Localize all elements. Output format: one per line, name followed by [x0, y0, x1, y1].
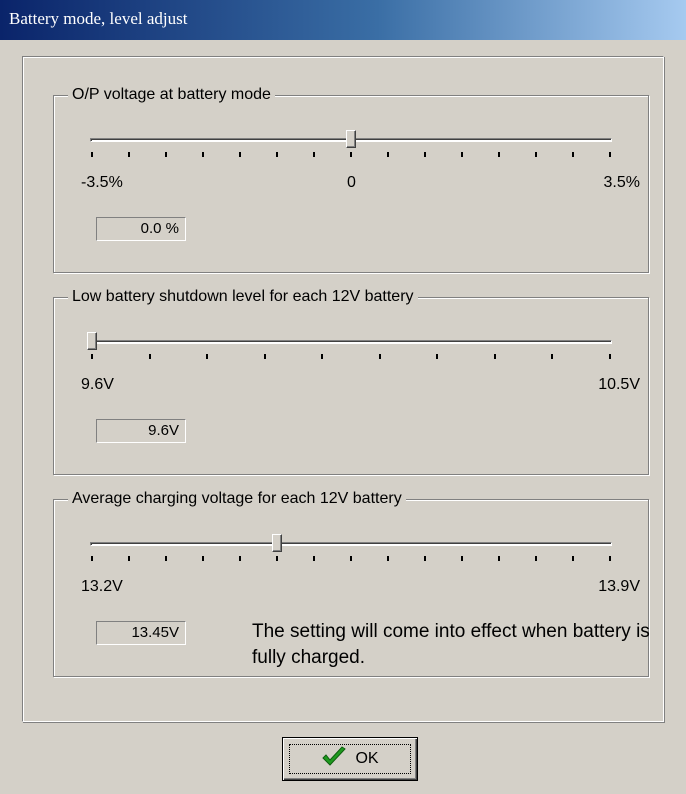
window-title: Battery mode, level adjust	[9, 9, 188, 28]
slider-tick	[436, 354, 439, 359]
slider-tick	[551, 354, 554, 359]
charging-voltage-group-label: Average charging voltage for each 12V ba…	[68, 489, 406, 509]
slider-tick	[461, 556, 463, 561]
output-voltage-min-label: -3.5%	[81, 174, 123, 191]
output-voltage-slider-ticks	[54, 152, 648, 158]
slider-tick	[313, 152, 315, 157]
charging-voltage-max-label: 13.9V	[598, 578, 640, 595]
charging-voltage-slider-thumb[interactable]	[271, 534, 282, 552]
low-battery-slider-thumb[interactable]	[87, 332, 97, 350]
slider-tick	[202, 556, 204, 561]
output-voltage-mid-label: 0	[347, 174, 356, 191]
slider-tick	[609, 152, 611, 157]
title-bar[interactable]: Battery mode, level adjust	[0, 0, 686, 40]
output-voltage-slider-thumb[interactable]	[346, 130, 356, 148]
low-battery-slider-ticks	[54, 354, 648, 360]
ok-button-label: OK	[355, 750, 379, 767]
slider-tick	[493, 354, 496, 359]
slider-tick	[276, 152, 278, 157]
slider-tick	[535, 556, 537, 561]
slider-tick	[206, 354, 209, 359]
low-battery-max-label: 10.5V	[598, 376, 640, 393]
slider-tick	[461, 152, 463, 157]
slider-tick	[165, 556, 167, 561]
output-voltage-group-label: O/P voltage at battery mode	[68, 85, 275, 105]
ok-button[interactable]: OK	[282, 737, 418, 781]
slider-tick	[148, 354, 151, 359]
slider-tick	[239, 152, 241, 157]
slider-tick	[498, 152, 500, 157]
low-battery-group: Low battery shutdown level for each 12V …	[53, 287, 649, 475]
charging-voltage-slider-track[interactable]	[90, 542, 612, 546]
slider-tick	[91, 556, 93, 561]
output-voltage-value: 0.0 %	[96, 217, 186, 241]
slider-tick	[609, 556, 611, 561]
slider-tick	[128, 556, 130, 561]
checkmark-icon	[321, 745, 347, 773]
slider-tick	[535, 152, 537, 157]
slider-tick	[350, 556, 352, 561]
charging-voltage-min-label: 13.2V	[81, 578, 123, 595]
slider-tick	[350, 152, 352, 157]
low-battery-group-label: Low battery shutdown level for each 12V …	[68, 287, 418, 307]
slider-tick	[498, 556, 500, 561]
slider-tick	[202, 152, 204, 157]
low-battery-min-label: 9.6V	[81, 376, 114, 393]
slider-tick	[239, 556, 241, 561]
slider-tick	[321, 354, 324, 359]
slider-tick	[387, 152, 389, 157]
charging-voltage-value: 13.45V	[96, 621, 186, 645]
slider-tick	[572, 556, 574, 561]
slider-tick	[128, 152, 130, 157]
slider-tick	[424, 152, 426, 157]
slider-tick	[91, 354, 93, 359]
slider-tick	[276, 556, 278, 561]
slider-tick	[91, 152, 93, 157]
slider-tick	[263, 354, 266, 359]
charging-voltage-group: Average charging voltage for each 12V ba…	[53, 489, 650, 677]
low-battery-slider-track[interactable]	[90, 340, 612, 344]
slider-tick	[424, 556, 426, 561]
output-voltage-group: O/P voltage at battery mode -3.5% 0 3.5%…	[53, 85, 649, 273]
slider-tick	[387, 556, 389, 561]
slider-tick	[378, 354, 381, 359]
slider-tick	[313, 556, 315, 561]
slider-tick	[609, 354, 611, 359]
slider-tick	[165, 152, 167, 157]
low-battery-value: 9.6V	[96, 419, 186, 443]
output-voltage-max-label: 3.5%	[603, 174, 640, 191]
slider-tick	[572, 152, 574, 157]
settings-panel: O/P voltage at battery mode -3.5% 0 3.5%…	[22, 56, 664, 722]
charging-note: The setting will come into effect when b…	[252, 621, 650, 668]
charging-voltage-slider-ticks	[54, 556, 648, 562]
